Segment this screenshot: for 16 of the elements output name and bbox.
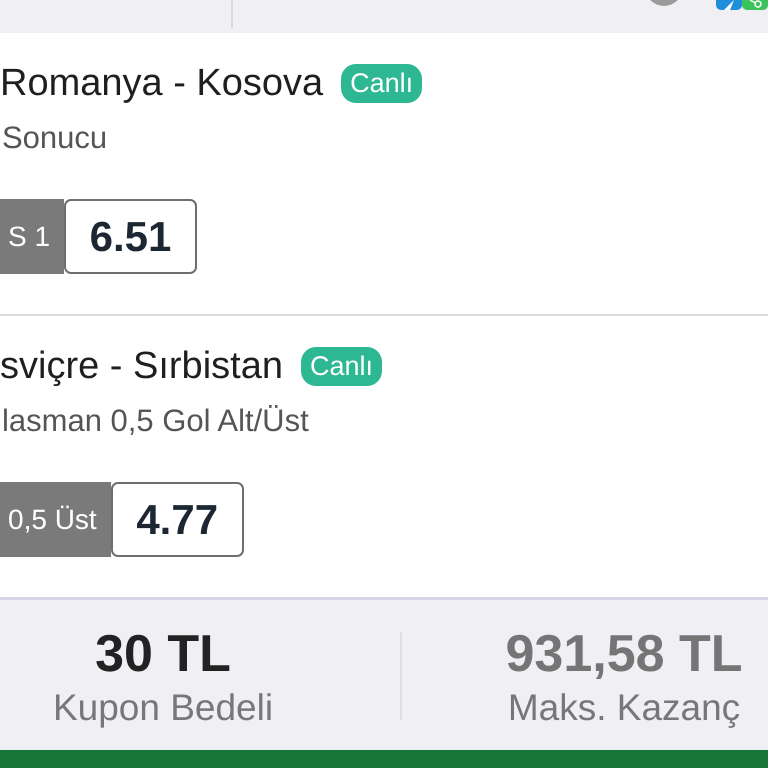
max-win-label: Maks. Kazanç: [508, 686, 740, 730]
max-win-amount: 931,58 TL: [505, 624, 743, 685]
stake-amount: 30 TL: [95, 624, 231, 685]
match-title: sviçre - Sırbistan: [0, 344, 283, 388]
stake-label: Kupon Bedeli: [52, 686, 274, 730]
live-badge: Canlı: [341, 64, 422, 102]
selection-label: S 1: [0, 199, 64, 274]
market-name: Sonucu: [1, 120, 108, 156]
share-icon[interactable]: [742, 0, 768, 10]
paper-plane-icon[interactable]: [716, 0, 742, 10]
market-name: lasman 0,5 Gol Alt/Üst: [1, 403, 309, 439]
live-badge: Canlı: [300, 346, 382, 386]
odds-value: 4.77: [110, 482, 244, 557]
selection-label: 0,5 Üst: [0, 482, 111, 557]
match-title: Romanya - Kosova: [0, 61, 324, 105]
odds-value: 6.51: [64, 199, 198, 274]
